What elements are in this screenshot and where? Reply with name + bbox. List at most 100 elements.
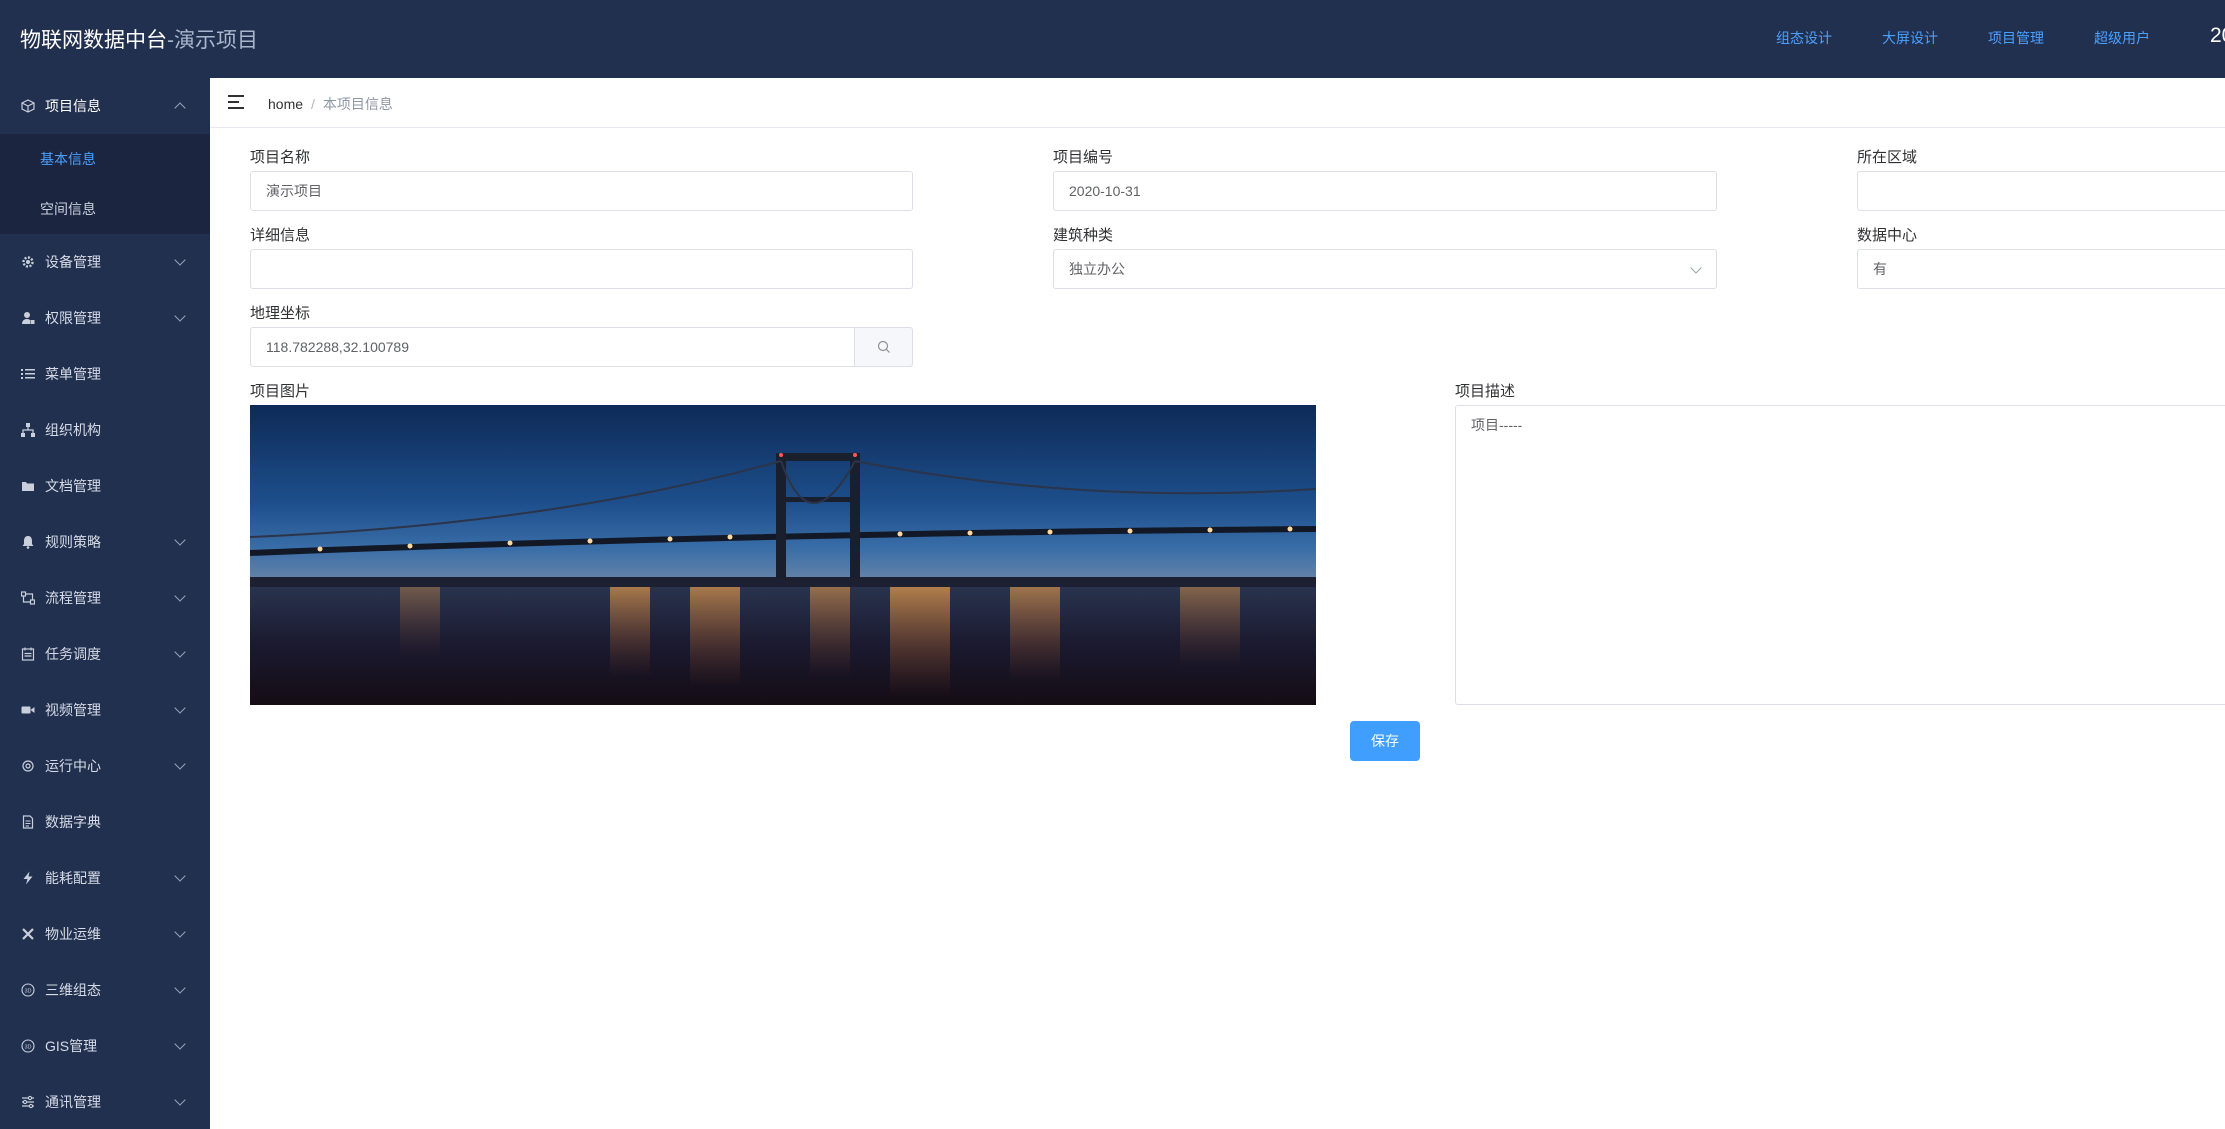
sidebar-item-label: 三维组态 xyxy=(45,982,101,998)
sidebar-item-project-info[interactable]: 项目信息 xyxy=(0,78,210,134)
sitemap-icon xyxy=(21,423,35,437)
sidebar-item-property-maintenance[interactable]: 物业运维 xyxy=(0,906,210,962)
sidebar-item-label: 通讯管理 xyxy=(45,1094,101,1110)
nav-project-management[interactable]: 项目管理 xyxy=(1988,28,2044,48)
sidebar-item-label: 文档管理 xyxy=(45,478,101,494)
sidebar-item-label: 运行中心 xyxy=(45,758,101,774)
breadcrumb-bar: home / 本项目信息 xyxy=(210,78,2225,128)
geo-search-button[interactable] xyxy=(854,327,913,367)
chevron-down-icon xyxy=(174,1094,186,1106)
sidebar-item-scheduler[interactable]: 任务调度 xyxy=(0,626,210,682)
nav-screen-design[interactable]: 大屏设计 xyxy=(1882,28,1938,48)
data-center-value: 有 xyxy=(1873,261,1887,277)
geo-coordinates-input[interactable]: 118.782288,32.100789 xyxy=(250,327,855,367)
menu-fold-icon[interactable] xyxy=(228,95,244,109)
project-description-label: 项目描述 xyxy=(1455,383,1516,400)
app-title: 物联网数据中台-演示项目 xyxy=(20,24,258,54)
project-code-input[interactable]: 2020-10-31 xyxy=(1053,171,1717,211)
calendar-icon xyxy=(21,647,35,661)
chevron-down-icon xyxy=(174,982,186,994)
svg-text:3D: 3D xyxy=(24,988,31,994)
sidebar-item-3d-config[interactable]: 3D 三维组态 xyxy=(0,962,210,1018)
breadcrumb-home[interactable]: home xyxy=(268,96,303,112)
top-header: 物联网数据中台-演示项目 组态设计 大屏设计 项目管理 超级用户 20 xyxy=(0,0,2225,78)
submenu-space-info[interactable]: 空间信息 xyxy=(0,184,210,234)
sidebar-item-rules[interactable]: 规则策略 xyxy=(0,514,210,570)
region-input[interactable] xyxy=(1857,171,2225,211)
building-type-label: 建筑种类 xyxy=(1053,227,1114,244)
sidebar-item-label: 数据字典 xyxy=(45,814,101,830)
chevron-down-icon xyxy=(1690,262,1702,274)
flow-icon xyxy=(21,591,35,605)
sidebar-item-communication[interactable]: 通讯管理 xyxy=(0,1074,210,1129)
bridge-night-image xyxy=(250,405,1316,705)
project-description-textarea[interactable]: 项目----- xyxy=(1455,405,2225,705)
tools-icon xyxy=(21,927,35,941)
sidebar-item-label: 菜单管理 xyxy=(45,366,101,382)
breadcrumb-current: 本项目信息 xyxy=(322,96,393,112)
chevron-down-icon xyxy=(174,702,186,714)
user-lock-icon xyxy=(21,311,35,325)
bolt-icon xyxy=(21,871,35,885)
chevron-down-icon xyxy=(174,926,186,938)
sliders-icon xyxy=(21,1095,35,1109)
sidebar-item-gis[interactable]: 3D GIS管理 xyxy=(0,1018,210,1074)
building-type-select[interactable]: 独立办公 xyxy=(1053,249,1717,289)
cog-icon xyxy=(21,759,35,773)
header-right-text: 20 xyxy=(2210,24,2225,47)
document-icon xyxy=(21,815,35,829)
sidebar-item-device[interactable]: 设备管理 xyxy=(0,234,210,290)
3d-icon: 3D xyxy=(21,1039,35,1053)
project-name: 演示项目 xyxy=(174,29,258,52)
chevron-down-icon xyxy=(174,646,186,658)
brand-separator: - xyxy=(167,29,174,52)
chevron-down-icon xyxy=(174,590,186,602)
sidebar-item-label: 流程管理 xyxy=(45,590,101,606)
sidebar-item-dictionary[interactable]: 数据字典 xyxy=(0,794,210,850)
main-content: home / 本项目信息 项目名称 演示项目 项目编号 2020-10-31 所在区… xyxy=(210,78,2225,1129)
nav-config-design[interactable]: 组态设计 xyxy=(1776,28,1832,48)
breadcrumb-separator: / xyxy=(311,96,315,112)
sidebar-item-operations-center[interactable]: 运行中心 xyxy=(0,738,210,794)
3d-icon: 3D xyxy=(21,983,35,997)
sidebar: 项目信息 基本信息 空间信息 设备管理 权限管理 菜单管理 组织机构 文档管理 … xyxy=(0,78,210,1129)
project-image-label: 项目图片 xyxy=(250,383,311,400)
breadcrumb: home / 本项目信息 xyxy=(268,94,393,114)
svg-text:3D: 3D xyxy=(24,1044,31,1050)
sidebar-item-documents[interactable]: 文档管理 xyxy=(0,458,210,514)
sidebar-item-label: GIS管理 xyxy=(45,1038,98,1054)
chevron-down-icon xyxy=(174,758,186,770)
project-image[interactable] xyxy=(250,405,1316,705)
sidebar-item-label: 物业运维 xyxy=(45,926,101,942)
chevron-down-icon xyxy=(174,254,186,266)
video-icon xyxy=(21,703,35,717)
chevron-down-icon xyxy=(174,310,186,322)
sidebar-item-workflow[interactable]: 流程管理 xyxy=(0,570,210,626)
bell-icon xyxy=(21,535,35,549)
data-center-select[interactable]: 有 xyxy=(1857,249,2225,289)
sidebar-item-label: 规则策略 xyxy=(45,534,101,550)
sidebar-item-label: 项目信息 xyxy=(45,98,101,114)
chevron-down-icon xyxy=(174,870,186,882)
brand-name: 物联网数据中台 xyxy=(20,29,167,52)
folder-icon xyxy=(21,479,35,493)
list-icon xyxy=(21,367,35,381)
sidebar-item-label: 权限管理 xyxy=(45,310,101,326)
chevron-up-icon xyxy=(174,102,186,114)
project-name-input[interactable]: 演示项目 xyxy=(250,171,913,211)
nav-super-user[interactable]: 超级用户 xyxy=(2094,28,2150,48)
sidebar-item-permission[interactable]: 权限管理 xyxy=(0,290,210,346)
sidebar-item-label: 视频管理 xyxy=(45,702,101,718)
sidebar-item-organization[interactable]: 组织机构 xyxy=(0,402,210,458)
sidebar-item-label: 能耗配置 xyxy=(45,870,101,886)
submenu-basic-info[interactable]: 基本信息 xyxy=(0,134,210,184)
building-type-value: 独立办公 xyxy=(1069,261,1125,277)
sidebar-item-energy[interactable]: 能耗配置 xyxy=(0,850,210,906)
region-label: 所在区域 xyxy=(1857,149,1918,166)
chevron-down-icon xyxy=(174,1038,186,1050)
sidebar-item-menu[interactable]: 菜单管理 xyxy=(0,346,210,402)
sidebar-item-video[interactable]: 视频管理 xyxy=(0,682,210,738)
geo-coordinates-label: 地理坐标 xyxy=(250,305,311,322)
save-button[interactable]: 保存 xyxy=(1350,721,1420,761)
detail-info-input[interactable] xyxy=(250,249,913,289)
